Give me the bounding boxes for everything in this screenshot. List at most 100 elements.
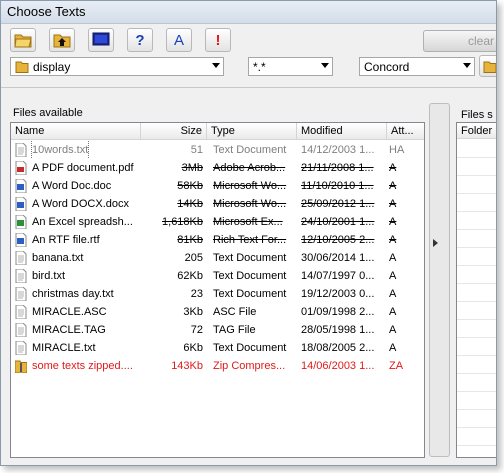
- file-attributes: A: [389, 342, 397, 354]
- panel-splitter[interactable]: [429, 103, 450, 457]
- file-type: Text Document: [213, 252, 287, 264]
- file-name-cell: bird.txt: [15, 267, 143, 285]
- font-button[interactable]: A: [166, 28, 192, 52]
- chevron-down-icon: [321, 63, 329, 68]
- file-type: TAG File: [213, 324, 256, 336]
- file-modified: 14/06/2003 1...: [301, 360, 375, 372]
- file-size: 62Kb: [177, 270, 203, 282]
- folder-select[interactable]: display: [10, 57, 224, 76]
- text-file-icon: [15, 287, 27, 301]
- file-attributes: A: [389, 180, 397, 192]
- file-name: some texts zipped....: [32, 360, 133, 372]
- file-name: A Word DOCX.docx: [32, 198, 129, 210]
- files-selected-list[interactable]: Folder: [456, 122, 496, 458]
- file-size: 1,618Kb: [162, 216, 203, 228]
- text-file-icon: [15, 305, 27, 319]
- folder-icon: [15, 61, 29, 73]
- column-header-attributes[interactable]: Att...: [387, 123, 424, 139]
- file-attributes: A: [389, 162, 397, 174]
- list-item: [457, 247, 496, 266]
- table-row[interactable]: some texts zipped.... 143Kb Zip Compres...…: [11, 357, 424, 375]
- file-size: 72: [190, 324, 203, 336]
- table-row[interactable]: An RTF file.rtf 81Kb Rich Text For... 12/10…: [11, 231, 424, 249]
- file-modified: 30/06/2014 1...: [301, 252, 375, 264]
- list-item: [457, 175, 496, 194]
- file-type: Microsoft Wo...: [213, 198, 287, 210]
- folder-browse-button[interactable]: [479, 55, 496, 77]
- file-name: MIRACLE.txt: [32, 342, 96, 354]
- table-row[interactable]: A Word DOCX.docx 14Kb Microsoft Wo... 25/09…: [11, 195, 424, 213]
- table-row[interactable]: christmas day.txt 23 Text Document 19/12/20…: [11, 285, 424, 303]
- table-row[interactable]: MIRACLE.ASC 3Kb ASC File 01/09/1998 2... A: [11, 303, 424, 321]
- program-select[interactable]: Concord: [359, 57, 475, 76]
- clear-button[interactable]: clear: [423, 30, 496, 52]
- file-attributes: A: [389, 306, 397, 318]
- list-header: Name Size Type Modified Att...: [11, 123, 424, 140]
- file-name-cell: banana.txt: [15, 249, 143, 267]
- file-attributes: A: [389, 324, 397, 336]
- file-name-cell: A PDF document.pdf: [15, 159, 143, 177]
- exclamation-icon: !: [215, 31, 221, 49]
- word-file-icon: [15, 197, 27, 211]
- file-name-cell: MIRACLE.ASC: [15, 303, 143, 321]
- text-file-icon: [15, 251, 27, 265]
- file-size: 3Kb: [183, 306, 203, 318]
- table-row[interactable]: 10words.txt 51 Text Document 14/12/2003 1..…: [11, 141, 424, 159]
- file-name-cell: An Excel spreadsh...: [15, 213, 143, 231]
- zip-folder-icon: [15, 360, 27, 373]
- file-name: A PDF document.pdf: [32, 162, 134, 174]
- file-name-cell: An RTF file.rtf: [15, 231, 143, 249]
- file-name: An RTF file.rtf: [32, 234, 100, 246]
- table-row[interactable]: An Excel spreadsh... 1,618Kb Microsoft Ex.…: [11, 213, 424, 231]
- file-type: Text Document: [213, 144, 287, 156]
- file-attributes: A: [389, 270, 397, 282]
- file-type: Adobe Acrob...: [213, 162, 286, 174]
- monitor-icon: [92, 32, 110, 46]
- file-modified: 14/07/1997 0...: [301, 270, 375, 282]
- help-button[interactable]: ?: [127, 28, 153, 52]
- table-row[interactable]: A PDF document.pdf 3Mb Adobe Acrob... 21/11…: [11, 159, 424, 177]
- file-size: 143Kb: [171, 360, 203, 372]
- view-button[interactable]: [88, 28, 114, 52]
- files-available-list[interactable]: Name Size Type Modified Att... 10words.t…: [10, 122, 425, 458]
- list-item: [457, 211, 496, 230]
- text-file-icon: [15, 341, 27, 355]
- file-name-cell: A Word DOCX.docx: [15, 195, 143, 213]
- column-header-size[interactable]: Size: [141, 123, 207, 139]
- text-file-icon: [15, 143, 27, 157]
- column-header-modified[interactable]: Modified: [297, 123, 387, 139]
- file-mask-value: *.*: [253, 60, 266, 74]
- file-mask-select[interactable]: *.*: [248, 57, 333, 76]
- files-selected-label: Files s: [461, 109, 493, 121]
- column-header-name[interactable]: Name: [11, 123, 141, 139]
- file-attributes: A: [389, 198, 397, 210]
- arrow-right-icon: [433, 239, 438, 247]
- file-name-cell: A Word Doc.doc: [15, 177, 143, 195]
- table-row[interactable]: MIRACLE.TAG 72 TAG File 28/05/1998 1... A: [11, 321, 424, 339]
- file-modified: 18/08/2005 2...: [301, 342, 375, 354]
- list-item: [457, 229, 496, 248]
- column-header-type[interactable]: Type: [207, 123, 297, 139]
- column-header-folder[interactable]: Folder: [457, 123, 496, 139]
- alert-button[interactable]: !: [205, 28, 231, 52]
- table-row[interactable]: bird.txt 62Kb Text Document 14/07/1997 0...…: [11, 267, 424, 285]
- up-folder-button[interactable]: [49, 28, 75, 52]
- folder-up-icon: [53, 34, 71, 48]
- chevron-down-icon: [212, 63, 220, 68]
- title-bar: Choose Texts: [1, 1, 496, 24]
- list-item: [457, 193, 496, 212]
- file-size: 14Kb: [177, 198, 203, 210]
- file-attributes: HA: [389, 144, 405, 156]
- table-row[interactable]: A Word Doc.doc 58Kb Microsoft Wo... 11/10/2…: [11, 177, 424, 195]
- pdf-file-icon: [15, 161, 27, 175]
- table-row[interactable]: MIRACLE.txt 6Kb Text Document 18/08/2005 2.…: [11, 339, 424, 357]
- file-modified: 14/12/2003 1...: [301, 144, 375, 156]
- file-modified: 21/11/2008 1...: [301, 162, 374, 174]
- list-item: [457, 391, 496, 410]
- toolbar: ? A ! clear: [1, 24, 496, 57]
- open-folder-button[interactable]: [10, 28, 36, 52]
- file-size: 6Kb: [183, 342, 203, 354]
- table-row[interactable]: banana.txt 205 Text Document 30/06/2014 1..…: [11, 249, 424, 267]
- file-modified: 24/10/2001 1...: [301, 216, 375, 228]
- word-file-icon: [15, 233, 27, 247]
